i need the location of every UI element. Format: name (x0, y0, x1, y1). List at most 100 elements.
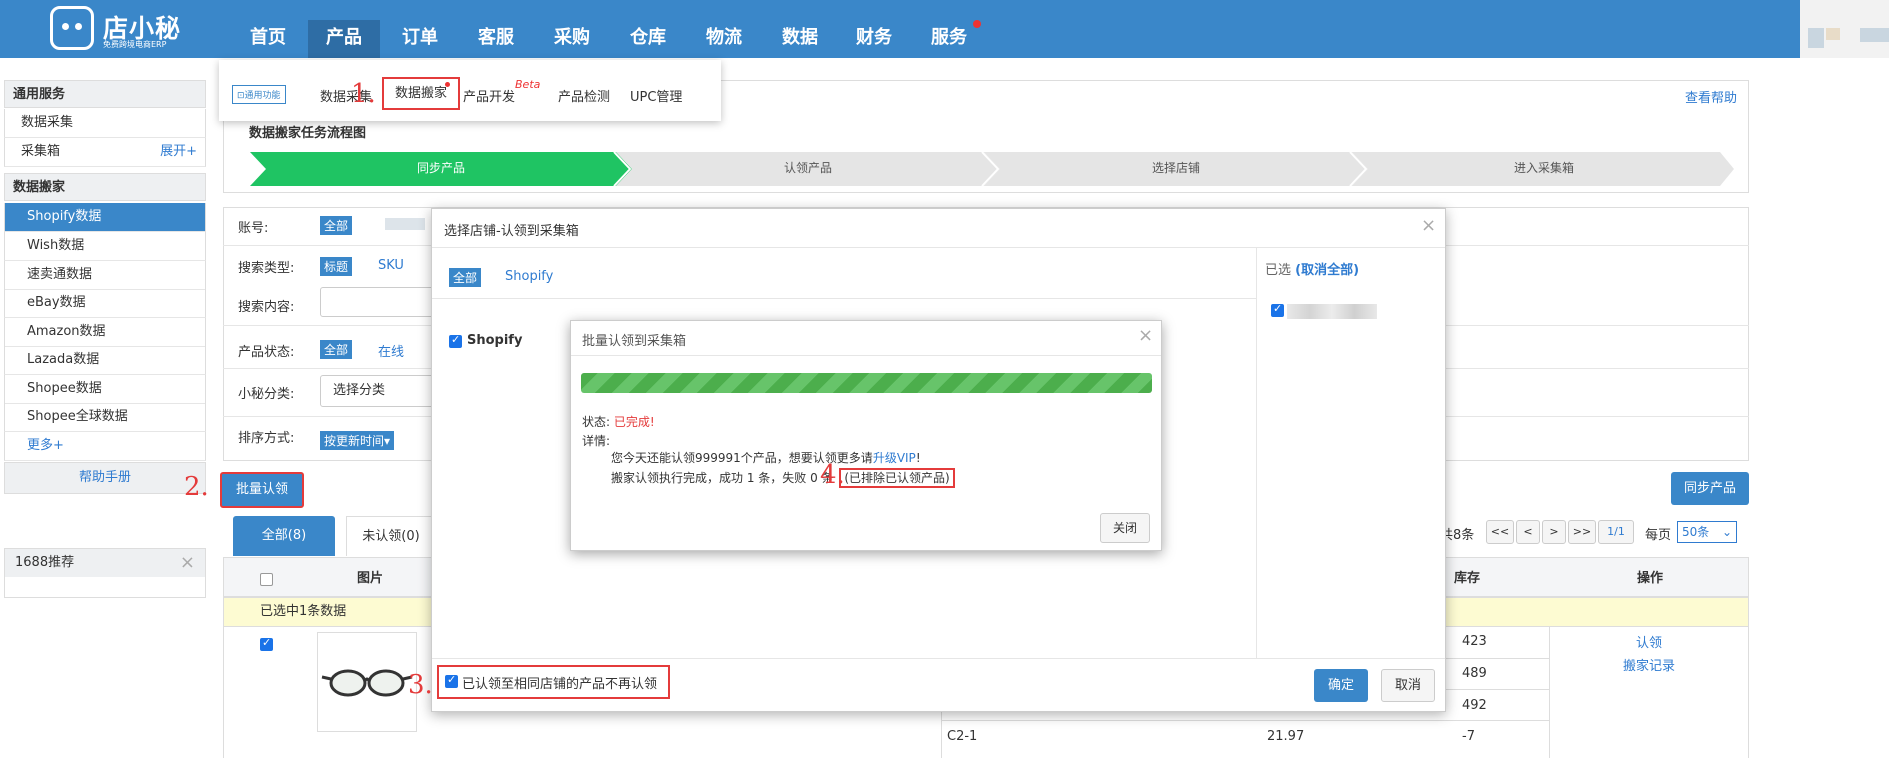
glasses-icon (321, 669, 413, 697)
nav-product[interactable]: 产品 (308, 0, 380, 58)
nav-service[interactable]: 客服 (460, 0, 532, 58)
filter-status-all[interactable]: 全部 (320, 340, 353, 359)
sidebar-item-amazon[interactable]: Amazon数据 (4, 318, 206, 347)
claim-link[interactable]: 认领 (1636, 632, 1662, 651)
stock-value: 492 (1462, 698, 1487, 713)
dialog-tab-shopify[interactable]: Shopify (505, 269, 553, 284)
stock-value: 423 (1462, 634, 1487, 649)
nav-data[interactable]: 数据 (764, 0, 836, 58)
sidebar-item-aliexpress[interactable]: 速卖通数据 (4, 261, 206, 290)
help-link[interactable]: 查看帮助 (1685, 87, 1737, 106)
sidebar-item-shopify[interactable]: Shopify数据 (4, 203, 206, 232)
dialog-title: 选择店铺-认领到采集箱 (444, 224, 579, 239)
batch-dialog-title: 批量认领到采集箱 (582, 334, 687, 349)
progress-bar (581, 373, 1152, 393)
header-operation: 操作 (1637, 571, 1664, 586)
logo-subtitle: 免费跨境电商ERP (103, 40, 167, 49)
nav-home[interactable]: 首页 (232, 0, 304, 58)
page-next-button[interactable]: > (1542, 520, 1566, 544)
submenu-product-dev[interactable]: 产品开发 (463, 86, 515, 105)
close-icon[interactable]: × (1421, 217, 1436, 235)
nav-warehouse[interactable]: 仓库 (612, 0, 684, 58)
expand-link[interactable]: 展开+ (160, 138, 197, 166)
sidebar-item-shopee[interactable]: Shopee数据 (4, 375, 206, 404)
filter-search-type-title[interactable]: 标题 (320, 257, 353, 276)
status-line: 状态: 已完成! (582, 413, 655, 430)
recommend-title: 1688推荐 (15, 555, 75, 570)
quota-line: 您今天还能认领999991个产品，想要认领更多请升级VIP! (611, 449, 921, 466)
tab-all[interactable]: 全部(8) (233, 516, 335, 556)
result-line: 搬家认领执行完成，成功 1 条，失败 0 条 (已排除已认领产品) (611, 468, 955, 488)
header-stock: 库存 (1454, 571, 1481, 586)
nav-logistics[interactable]: 物流 (688, 0, 760, 58)
filter-search-type-sku[interactable]: SKU (378, 258, 404, 273)
row-checkbox[interactable] (260, 636, 273, 651)
platform-shopify-checkbox[interactable] (449, 333, 462, 348)
submenu-upc[interactable]: UPC管理 (630, 86, 682, 105)
sidebar-item-collect-box[interactable]: 采集箱 展开+ (4, 138, 206, 167)
tab-unclaimed[interactable]: 未认领(0) (346, 516, 436, 556)
blurred-account (385, 218, 425, 230)
help-manual-link[interactable]: 帮助手册 (4, 462, 206, 494)
sidebar-section-migration: 数据搬家 (4, 173, 206, 201)
dialog-tab-all[interactable]: 全部 (449, 268, 482, 287)
new-dot (445, 82, 450, 87)
flow-title: 数据搬家任务流程图 (249, 126, 367, 141)
beta-badge: Beta (515, 78, 541, 91)
filter-account-label: 账号: (238, 221, 269, 236)
migration-record-link[interactable]: 搬家记录 (1623, 655, 1675, 674)
sidebar-more-link[interactable]: 更多+ (4, 432, 206, 461)
page-first-button[interactable]: << (1486, 520, 1514, 544)
filter-search-type-label: 搜索类型: (238, 261, 295, 276)
sidebar-item-ebay[interactable]: eBay数据 (4, 289, 206, 318)
category-select[interactable]: 选择分类 (320, 375, 440, 407)
close-button[interactable]: 关闭 (1100, 513, 1150, 543)
sync-products-button[interactable]: 同步产品 (1671, 472, 1749, 505)
nav-finance[interactable]: 财务 (838, 0, 910, 58)
per-page-select[interactable]: 50条 ⌄ (1677, 521, 1737, 543)
close-icon[interactable]: × (1138, 327, 1153, 345)
filter-status-online[interactable]: 在线 (378, 341, 404, 360)
nav-services[interactable]: 服务 (913, 0, 985, 58)
sidebar-item-lazada[interactable]: Lazada数据 (4, 346, 206, 375)
status-label: 状态: (582, 415, 611, 429)
submenu-product-check[interactable]: 产品检测 (558, 86, 610, 105)
nav-purchase[interactable]: 采购 (536, 0, 608, 58)
filter-search-content-label: 搜索内容: (238, 300, 295, 315)
skip-claimed-checkbox[interactable] (445, 673, 458, 688)
divider (1256, 248, 1257, 658)
user-area[interactable] (1800, 0, 1889, 58)
stock-value: -7 (1462, 729, 1475, 744)
cancel-all-link[interactable]: (取消全部) (1295, 263, 1359, 278)
recommend-header: 1688推荐 × (5, 549, 205, 577)
sort-select[interactable]: 按更新时间▾ (320, 431, 395, 450)
flow-step-claim: 认领产品 (783, 161, 832, 175)
upgrade-vip-link[interactable]: 升级VIP (873, 451, 916, 465)
sidebar-item-data-collect[interactable]: 数据采集 (4, 109, 206, 138)
page-prev-button[interactable]: < (1516, 520, 1540, 544)
platform-shopify-label: Shopify (467, 333, 523, 348)
sku-value: C2-1 (947, 729, 978, 744)
sidebar-item-wish[interactable]: Wish数据 (4, 232, 206, 261)
cancel-button[interactable]: 取消 (1381, 669, 1435, 702)
confirm-button[interactable]: 确定 (1314, 669, 1368, 702)
filter-status-label: 产品状态: (238, 345, 295, 360)
select-all-checkbox[interactable] (260, 573, 273, 586)
sidebar-item-label: 采集箱 (21, 144, 61, 159)
stock-value: 489 (1462, 666, 1487, 681)
nav-orders[interactable]: 订单 (384, 0, 456, 58)
search-content-input[interactable] (320, 287, 440, 317)
close-icon[interactable]: × (180, 554, 195, 572)
selected-label: 已选 (1265, 263, 1292, 278)
product-image[interactable] (317, 632, 417, 732)
divider (1549, 627, 1550, 758)
batch-claim-button[interactable]: 批量认领 (220, 472, 304, 508)
dialog-header (432, 209, 1445, 248)
shop-checkbox[interactable] (1271, 302, 1284, 317)
filter-account-all[interactable]: 全部 (320, 216, 353, 235)
divider (571, 355, 1161, 356)
price-value: 21.97 (1267, 729, 1305, 744)
logo-robot-icon[interactable] (50, 6, 94, 50)
sidebar-item-shopee-global[interactable]: Shopee全球数据 (4, 403, 206, 432)
page-last-button[interactable]: >> (1568, 520, 1596, 544)
